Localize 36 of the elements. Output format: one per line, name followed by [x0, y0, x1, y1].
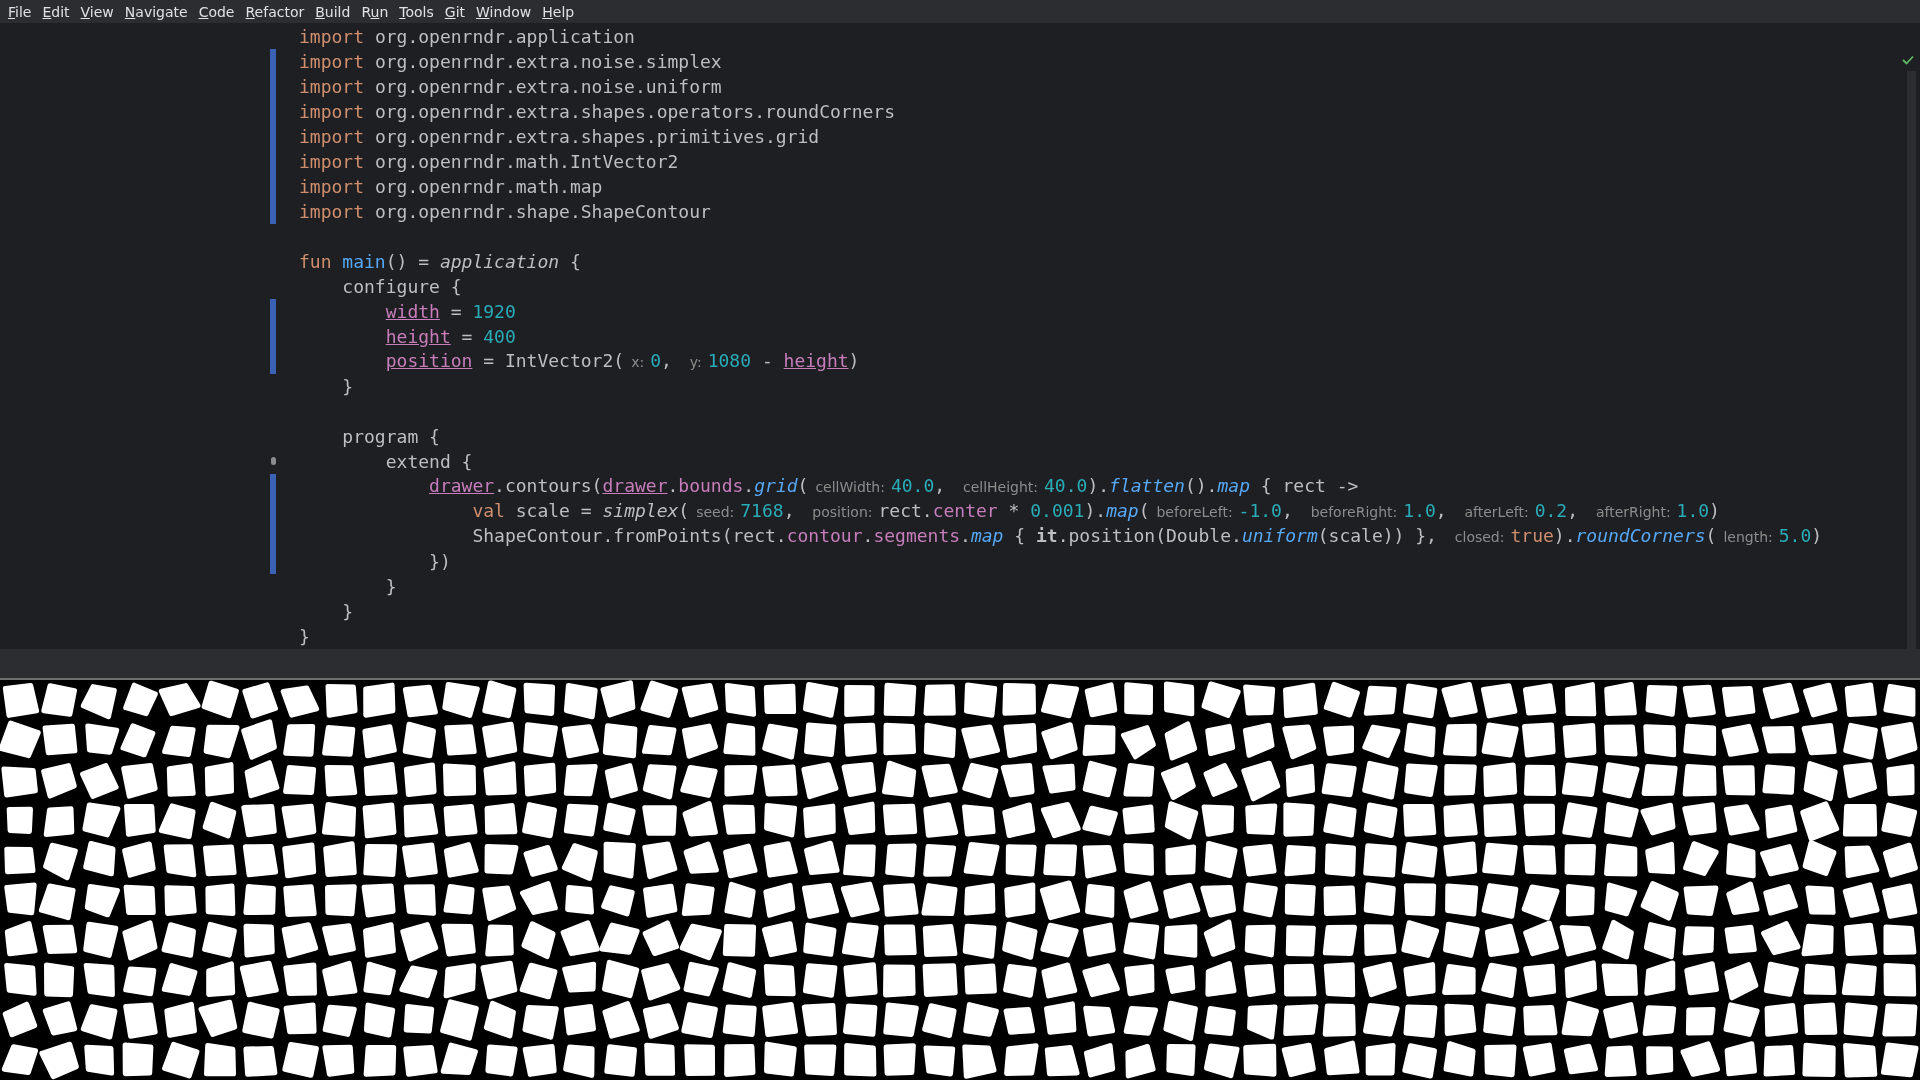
- code-line: import org.openrndr.math.IntVector2: [299, 150, 679, 175]
- code-line: fun main() = application {: [299, 250, 581, 275]
- code-line: width = 1920: [384, 300, 516, 325]
- code-line: extend {: [384, 450, 473, 475]
- code-line: height = 400: [384, 325, 516, 350]
- code-line: import org.openrndr.extra.shapes.primitives.grid: [299, 125, 820, 150]
- code-line: val scale = simplex( seed: 7168, position: rect.center * 0.001).map( beforeLeft: -1.0, beforeRight: 1.0, afterLeft: 0.2, afterRight: 1.0): [471, 499, 1720, 524]
- menu-item[interactable]: View: [76, 2, 118, 21]
- menu-item[interactable]: File: [4, 2, 36, 21]
- menu-item[interactable]: Code: [194, 2, 239, 21]
- code-line: }: [341, 600, 354, 625]
- checkmark-icon: [1902, 55, 1914, 66]
- menu-item[interactable]: Git: [440, 2, 469, 21]
- menu-item[interactable]: Build: [311, 2, 355, 21]
- code-line: drawer.contours(drawer.bounds.grid( cellWidth: 40.0, cellHeight: 40.0).flatten().map { rect ->: [428, 474, 1359, 499]
- menu-item[interactable]: Edit: [38, 2, 74, 21]
- code-line: configure {: [341, 275, 462, 300]
- code-line: }: [341, 375, 354, 400]
- code-line: }: [384, 575, 397, 600]
- code-line: import org.openrndr.application: [299, 25, 635, 50]
- menu-item[interactable]: Run: [357, 2, 393, 21]
- code-line: import org.openrndr.extra.shapes.operators.roundCorners: [299, 100, 896, 125]
- code-line: position = IntVector2( x: 0, y: 1080 - height): [384, 349, 860, 374]
- code-line: import org.openrndr.extra.noise.simplex: [299, 50, 722, 75]
- code-line: }: [299, 625, 310, 650]
- code-line: import org.openrndr.extra.noise.uniform: [299, 75, 722, 100]
- code-line: import org.openrndr.math.map: [299, 175, 603, 200]
- menu-item[interactable]: Tools: [395, 2, 438, 21]
- menu-item[interactable]: Help: [538, 2, 579, 21]
- menu-item[interactable]: Window: [472, 2, 536, 21]
- code-line: program {: [341, 425, 440, 450]
- code-line: ShapeContour.fromPoints(rect.contour.segments.map { it.position(Double.uniform(scale)) }, closed: true).roundCorners( length: 5.0): [471, 524, 1823, 549]
- code-line: import org.openrndr.shape.ShapeContour: [299, 200, 711, 225]
- code-line: }): [428, 550, 451, 575]
- menu-item[interactable]: Refactor: [241, 2, 309, 21]
- menu-item[interactable]: Navigate: [120, 2, 192, 21]
